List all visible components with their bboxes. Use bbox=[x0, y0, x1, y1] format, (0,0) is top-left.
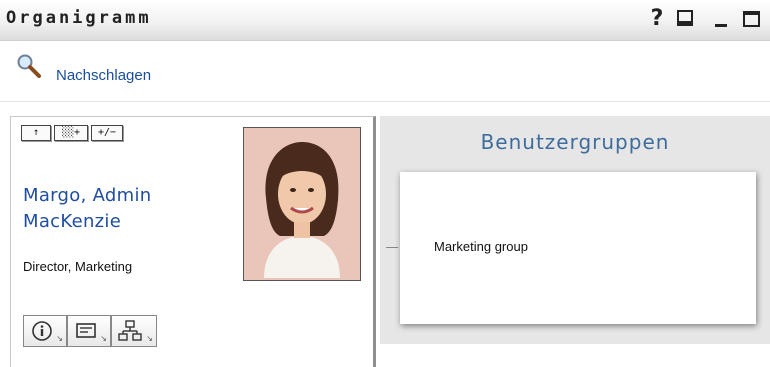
person-card: ↑ ░░+ +/− Margo, Admin MacKenzie Directo… bbox=[10, 116, 376, 367]
go-up-button[interactable]: ↑ bbox=[21, 125, 51, 141]
search-icon[interactable] bbox=[16, 53, 42, 79]
user-groups-heading: Benutzergruppen bbox=[480, 130, 670, 154]
person-name[interactable]: Margo, Admin MacKenzie bbox=[23, 183, 243, 235]
maximize-icon[interactable] bbox=[740, 6, 762, 32]
org-chart-icon bbox=[118, 320, 142, 341]
user-groups-panel: Benutzergruppen Marketing group bbox=[380, 116, 770, 344]
info-icon bbox=[32, 321, 52, 341]
contact-card-button[interactable]: ↘ bbox=[67, 315, 111, 347]
user-groups-box: Marketing group bbox=[400, 172, 756, 324]
group-connector-line bbox=[386, 247, 398, 248]
window-titlebar: Organigramm ? bbox=[0, 0, 770, 41]
toggle-expand-button[interactable]: +/− bbox=[91, 125, 123, 141]
info-button[interactable]: ↘ bbox=[23, 315, 67, 347]
person-name-line1: Margo, Admin bbox=[23, 185, 152, 206]
lookup-link[interactable]: Nachschlagen bbox=[56, 67, 151, 84]
print-icon[interactable] bbox=[674, 6, 696, 32]
expand-org-button[interactable]: ░░+ bbox=[54, 125, 88, 141]
divider bbox=[0, 101, 770, 102]
contact-card-icon bbox=[76, 323, 96, 338]
person-photo[interactable] bbox=[243, 127, 361, 281]
person-job-title: Director, Marketing bbox=[23, 259, 133, 274]
search-bar: Nachschlagen bbox=[0, 41, 770, 101]
minimize-icon[interactable] bbox=[710, 6, 732, 32]
org-chart-button[interactable]: ↘ bbox=[111, 315, 157, 347]
group-item[interactable]: Marketing group bbox=[434, 239, 528, 254]
person-name-line2: MacKenzie bbox=[23, 211, 122, 232]
help-icon[interactable]: ? bbox=[646, 6, 668, 32]
window-title: Organigramm bbox=[6, 8, 152, 28]
